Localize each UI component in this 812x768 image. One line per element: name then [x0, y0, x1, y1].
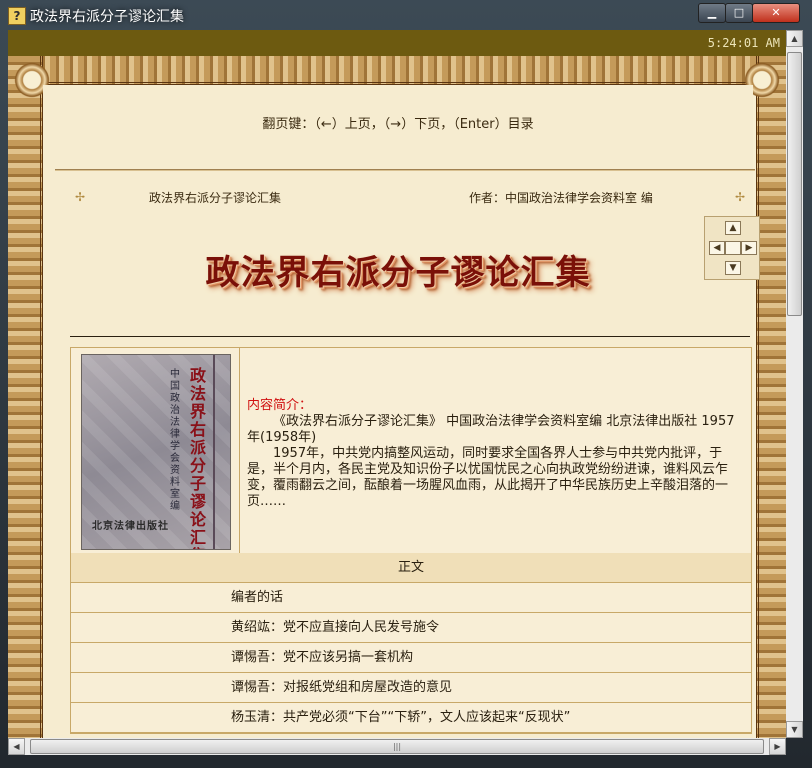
- book-info-bar: ✢ 政法界右派分子谬论汇集 作者：中国政治法律学会资料室 编 ✢: [55, 187, 755, 207]
- clock: 5:24:01 AM: [707, 36, 780, 50]
- scroll-left-button[interactable]: ◀: [8, 738, 25, 755]
- toc-item-link[interactable]: 谭惕吾：党不应该另搞一套机构: [71, 643, 751, 673]
- decorative-frame-left: [8, 56, 43, 738]
- toc-item-link[interactable]: 编者的话: [71, 583, 751, 613]
- cover-rule: [213, 355, 215, 549]
- divider: [70, 336, 750, 337]
- horizontal-scroll-thumb[interactable]: |||: [30, 739, 764, 754]
- table-of-contents: 正文 编者的话 黄绍竑：党不应直接向人民发号施令 谭惕吾：党不应该另搞一套机构 …: [70, 553, 752, 734]
- scroll-right-button[interactable]: ▶: [769, 738, 786, 755]
- vertical-scroll-thumb[interactable]: [787, 52, 802, 316]
- book-summary-box: 中国政治法律学会资料室编 政法界右派分子谬论汇集 北京法律出版社 内容简介： 《…: [70, 347, 752, 555]
- vertical-scrollbar[interactable]: ▲ ▼: [786, 30, 803, 738]
- close-button[interactable]: ✕: [752, 3, 800, 23]
- page-navigation-hint: 翻页键：（←）上页，（→）下页，（Enter）目录: [262, 117, 534, 132]
- decorative-frame-right: [756, 56, 786, 738]
- intro-label: 内容简介：: [247, 398, 313, 413]
- scroll-up-button[interactable]: ▲: [786, 30, 803, 47]
- status-bar: 5:24:01 AM: [8, 30, 786, 56]
- title-bar[interactable]: ? 政法界右派分子谬论汇集 ▁ □ ✕: [0, 0, 812, 30]
- page-content: 翻页键：（←）上页，（→）下页，（Enter）目录 ✢ 政法界右派分子谬论汇集 …: [43, 85, 760, 738]
- document-viewport: 5:24:01 AM 翻页键：（←）上页，（→）下页，（Enter）目录 ✢ 政…: [8, 30, 786, 738]
- cover-editor: 中国政治法律学会资料室编: [170, 369, 180, 512]
- book-title-label: 政法界右派分子谬论汇集: [149, 191, 282, 205]
- book-cover-image: 中国政治法律学会资料室编 政法界右派分子谬论汇集 北京法律出版社: [81, 354, 231, 550]
- intro-paragraph: 《政法界右派分子谬论汇集》 中国政治法律学会资料室编 北京法律出版社 1957年…: [247, 414, 735, 445]
- toc-item-link[interactable]: 谭惕吾：对报纸党组和房屋改造的意见: [71, 673, 751, 703]
- intro-paragraph: 1957年，中共党内搞整风运动，同时要求全国各界人士参与中共党内批评，于是，半个…: [247, 446, 729, 509]
- app-window: ? 政法界右派分子谬论汇集 ▁ □ ✕ 5:24:01 AM 翻页键：（←）上页…: [0, 0, 812, 768]
- author-label: 作者：中国政治法律学会资料室 编: [469, 191, 653, 205]
- divider: [55, 169, 755, 171]
- maximize-button[interactable]: □: [725, 3, 753, 23]
- sparkle-icon: ✢: [75, 190, 86, 204]
- toc-item-link[interactable]: 黄绍竑：党不应直接向人民发号施令: [71, 613, 751, 643]
- page-title: 政法界右派分子谬论汇集: [205, 253, 591, 293]
- window-title: 政法界右派分子谬论汇集: [30, 9, 184, 25]
- cover-title: 政法界右派分子谬论汇集: [190, 366, 207, 550]
- nav-up-button[interactable]: ▲: [725, 221, 741, 235]
- toc-header: 正文: [71, 553, 751, 583]
- help-book-icon: ?: [8, 7, 26, 25]
- intro-text: 内容简介： 《政法界右派分子谬论汇集》 中国政治法律学会资料室编 北京法律出版社…: [247, 398, 743, 510]
- scroll-down-button[interactable]: ▼: [786, 721, 803, 738]
- decorative-frame-top: [8, 56, 786, 85]
- minimize-button[interactable]: ▁: [698, 3, 726, 23]
- cover-publisher: 北京法律出版社: [92, 521, 169, 532]
- horizontal-scrollbar[interactable]: ◀ ||| ▶: [8, 738, 786, 755]
- sparkle-icon: ✢: [735, 190, 746, 204]
- toc-item-link[interactable]: 杨玉清：共产党必须“下台”“下轿”，文人应该起来“反现状”: [71, 703, 751, 733]
- divider: [239, 348, 240, 554]
